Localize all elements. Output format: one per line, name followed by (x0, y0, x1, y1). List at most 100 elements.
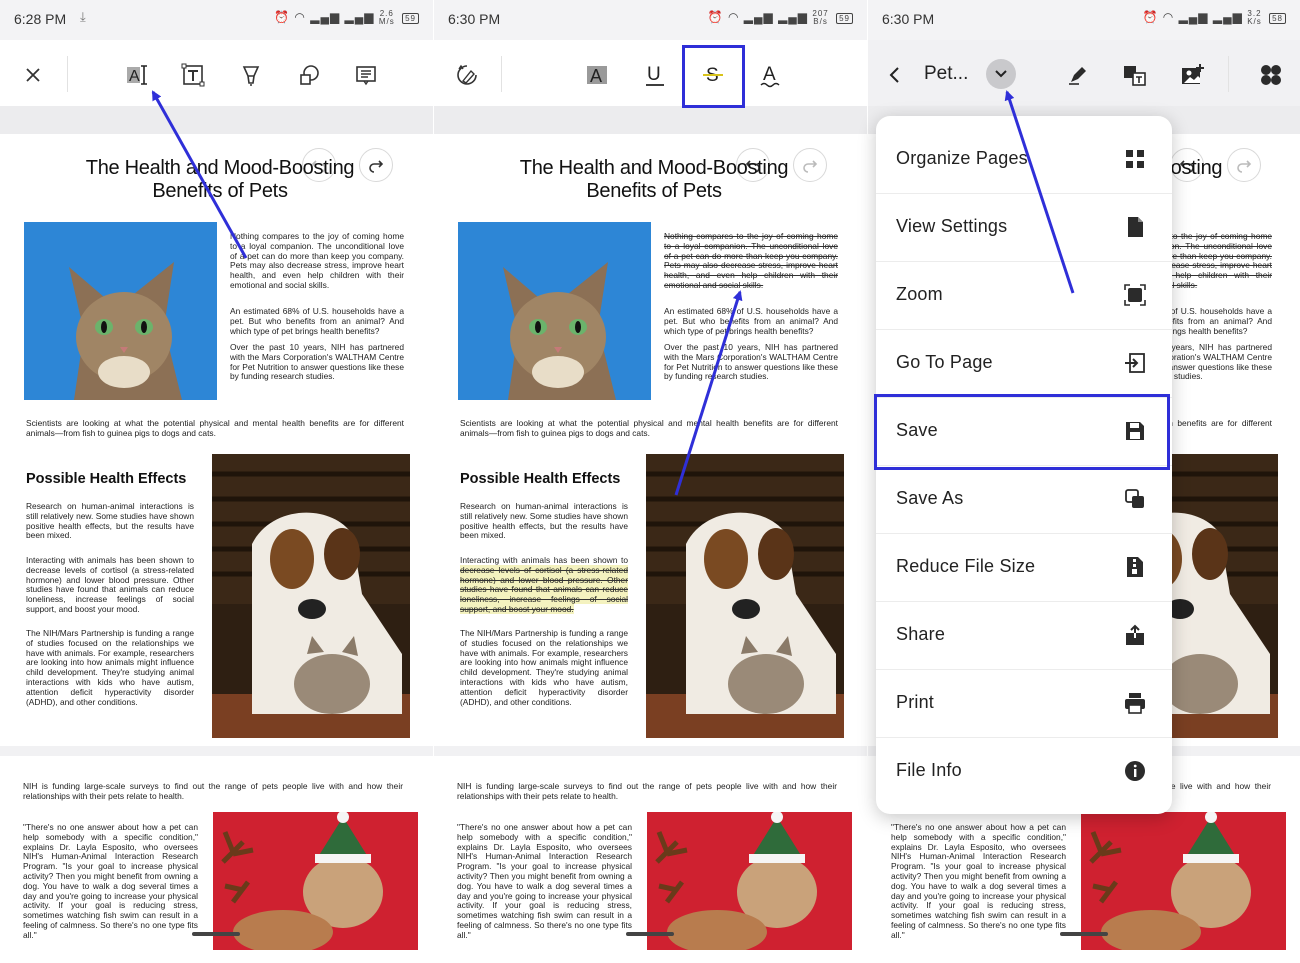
text-select-icon[interactable]: A (121, 58, 155, 92)
home-indicator[interactable] (1060, 932, 1108, 936)
effects-paragraph-1: Research on human-animal interactions is… (460, 502, 628, 541)
annotation-toolbar: A (0, 40, 433, 106)
status-bar: 6:30 PM ⏰ ◠ ▂▄▆ ▂▄▆ 3.2K/s 58 (868, 0, 1300, 40)
alarm-icon: ⏰ (708, 10, 724, 24)
status-time: 6:28 PM (14, 11, 66, 27)
markup-toolbar: A U S A (434, 40, 867, 106)
menu-item-share[interactable]: Share (876, 602, 1172, 670)
page2-quote: "There's no one answer about how a pet c… (457, 823, 632, 941)
network-speed: 207B/s (812, 10, 828, 26)
page2-paragraph: NIH is funding large-scale surveys to fi… (23, 782, 403, 802)
menu-item-reduce-file-size[interactable]: Reduce File Size (876, 534, 1172, 602)
share-icon (1124, 624, 1146, 646)
menu-item-file-info[interactable]: File Info (876, 738, 1172, 806)
view-settings-icon (1124, 216, 1146, 238)
go-to-page-icon (1124, 352, 1146, 374)
menu-item-print[interactable]: Print (876, 670, 1172, 738)
svg-text:A: A (763, 64, 776, 85)
menu-item-label: Organize Pages (896, 148, 1028, 169)
file-name[interactable]: Pet... (924, 63, 968, 85)
intro-paragraph-1: Nothing compares to the joy of coming ho… (230, 232, 404, 291)
signal-icon-2: ▂▄▆ (1213, 10, 1243, 24)
menu-item-label: View Settings (896, 216, 1007, 237)
organize-pages-icon (1124, 148, 1146, 170)
highlight-icon[interactable]: A (580, 58, 614, 92)
translate-icon[interactable] (1118, 58, 1152, 92)
wifi-icon: ◠ (1163, 10, 1174, 24)
page2-quote: "There's no one answer about how a pet c… (891, 823, 1066, 941)
wifi-icon: ◠ (728, 10, 739, 24)
grid-icon[interactable] (1254, 58, 1288, 92)
pen-icon[interactable] (1061, 58, 1095, 92)
underline-icon[interactable]: U (638, 58, 672, 92)
menu-item-label: Print (896, 692, 934, 713)
eraser-icon[interactable] (450, 58, 484, 92)
save-as-icon (1124, 488, 1146, 510)
alarm-icon: ⏰ (1142, 10, 1158, 24)
effects-paragraph-3: The NIH/Mars Partnership is funding a ra… (26, 629, 194, 707)
squiggly-icon[interactable]: A (754, 58, 788, 92)
add-image-icon[interactable] (1176, 58, 1210, 92)
close-icon[interactable] (16, 58, 50, 92)
dog-and-cat-photo (646, 454, 844, 738)
strikethrough-highlight-box (682, 45, 745, 108)
highlighter-icon[interactable] (234, 58, 268, 92)
viewer-toolbar: Pet... (868, 40, 1300, 106)
alarm-icon: ⏰ (274, 10, 290, 24)
shape-icon[interactable] (292, 58, 326, 92)
struck-highlighted-text: decrease levels of cortisol (a stress-re… (460, 565, 628, 614)
menu-item-view-settings[interactable]: View Settings (876, 194, 1172, 262)
effects-paragraph-1: Research on human-animal interactions is… (26, 502, 194, 541)
toolbar-divider (501, 56, 502, 92)
menu-item-zoom[interactable]: Zoom (876, 262, 1172, 330)
menu-item-label: Save As (896, 488, 963, 509)
text-box-icon[interactable] (176, 58, 210, 92)
intro-paragraph-1-struck: Nothing compares to the joy of coming ho… (664, 232, 838, 291)
comment-icon[interactable] (349, 58, 383, 92)
reduce-file-size-icon (1124, 556, 1146, 578)
status-time: 6:30 PM (882, 11, 934, 27)
effects-paragraph-2: Interacting with animals has been shown … (26, 556, 194, 615)
zoom-icon (1124, 284, 1146, 306)
scientists-paragraph: Scientists are looking at what the poten… (26, 419, 404, 439)
signal-icon-2: ▂▄▆ (345, 10, 375, 24)
section-heading: Possible Health Effects (460, 471, 620, 487)
page2-quote: "There's no one answer about how a pet c… (23, 823, 198, 941)
print-icon (1124, 692, 1146, 714)
menu-item-label: Go To Page (896, 352, 993, 373)
network-speed: 2.6M/s (379, 10, 395, 26)
intro-paragraph-3: Over the past 10 years, NIH has partnere… (230, 343, 404, 382)
battery-icon: 58 (1269, 13, 1286, 24)
menu-item-organize-pages[interactable]: Organize Pages (876, 126, 1172, 194)
menu-item-label: Share (896, 624, 945, 645)
holiday-dog-photo (1081, 812, 1286, 950)
home-indicator[interactable] (192, 932, 240, 936)
menu-item-go-to-page[interactable]: Go To Page (876, 330, 1172, 398)
section-heading: Possible Health Effects (26, 471, 186, 487)
svg-text:A: A (590, 66, 602, 86)
holiday-dog-photo (647, 812, 852, 950)
save-highlight-box (874, 394, 1170, 470)
menu-item-label: Reduce File Size (896, 556, 1035, 577)
effects-paragraph-2: Interacting with animals has been shown … (460, 556, 628, 615)
download-icon: ⤓ (80, 9, 86, 25)
battery-icon: 59 (402, 13, 419, 24)
intro-paragraph-2: An estimated 68% of U.S. households have… (664, 307, 838, 336)
dropdown-icon[interactable] (986, 59, 1016, 89)
status-icons: ⏰ ◠ ▂▄▆ ▂▄▆ 3.2K/s 58 (1142, 10, 1286, 26)
menu-item-save-as[interactable]: Save As (876, 466, 1172, 534)
document-title: The Health and Mood-BoostingBenefits of … (494, 157, 814, 203)
document-title: The Health and Mood-BoostingBenefits of … (60, 157, 380, 203)
signal-icon: ▂▄▆ (310, 10, 340, 24)
status-time: 6:30 PM (448, 11, 500, 27)
toolbar-divider (67, 56, 68, 92)
back-icon[interactable] (878, 58, 912, 92)
home-indicator[interactable] (626, 932, 674, 936)
dog-and-cat-photo (212, 454, 410, 738)
status-bar: 6:28 PM ⤓ ⏰ ◠ ▂▄▆ ▂▄▆ 2.6M/s 59 (0, 0, 433, 40)
page2-paragraph: NIH is funding large-scale surveys to fi… (457, 782, 837, 802)
effects-paragraph-3: The NIH/Mars Partnership is funding a ra… (460, 629, 628, 707)
battery-icon: 59 (836, 13, 853, 24)
status-bar: 6:30 PM ⏰ ◠ ▂▄▆ ▂▄▆ 207B/s 59 (434, 0, 867, 40)
screenshot-panel-2: 6:30 PM ⏰ ◠ ▂▄▆ ▂▄▆ 207B/s 59 A U S A (434, 0, 867, 963)
